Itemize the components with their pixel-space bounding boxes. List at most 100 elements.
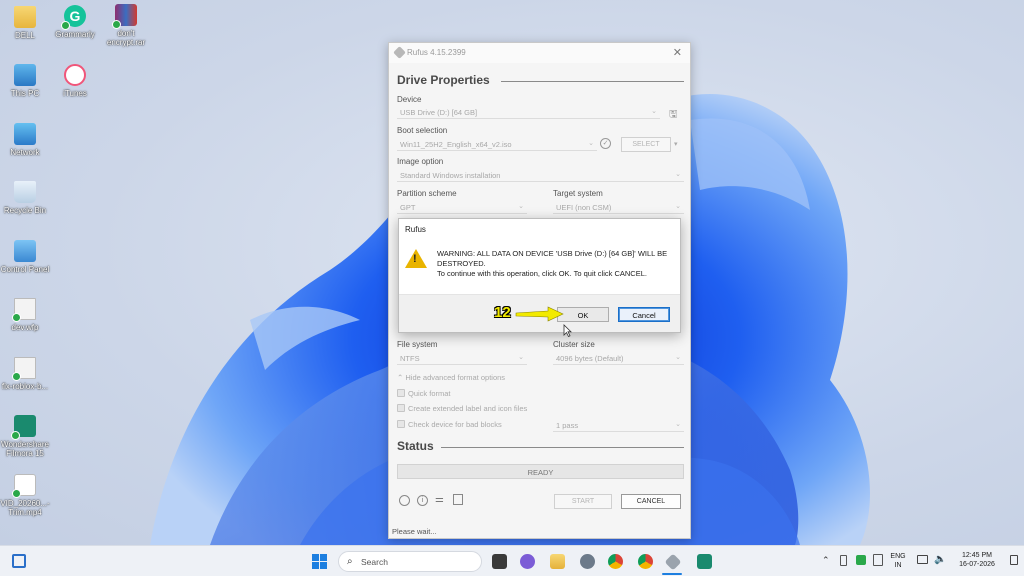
start-button[interactable]: START <box>554 494 612 509</box>
this-pc-icon <box>14 64 36 86</box>
filmora-taskbar-icon[interactable] <box>697 554 712 569</box>
extended-label-checkbox[interactable]: Create extended label and icon files <box>397 404 527 413</box>
cluster-size-label: Cluster size <box>553 340 595 349</box>
file-system-select[interactable]: NTFS ⌄ <box>397 351 527 365</box>
widgets-icon[interactable] <box>12 554 26 568</box>
check-icon[interactable]: ✓ <box>600 138 611 149</box>
bad-blocks-checkbox[interactable]: Check device for bad blocks <box>397 420 502 429</box>
network-icon <box>14 123 36 145</box>
passes-select[interactable]: 1 pass ⌄ <box>553 418 684 432</box>
arrow-annotation-icon <box>515 306 564 322</box>
boot-selection-select[interactable]: Win11_25H2_English_x64_v2.iso ⌄ <box>397 137 597 151</box>
status-heading: Status <box>397 439 434 453</box>
device-select[interactable]: USB Drive (D:) [64 GB] ⌄ <box>397 105 660 119</box>
boot-selection-label: Boot selection <box>397 126 448 135</box>
desktop-icon-control-panel[interactable]: Control Panel <box>0 240 53 274</box>
desktop-icon-filmora[interactable]: Wondershare Filmora 15 <box>0 415 53 458</box>
partition-scheme-label: Partition scheme <box>397 189 457 198</box>
network-status-icon[interactable] <box>917 555 928 564</box>
file-icon <box>12 357 36 381</box>
desktop-icon-dell[interactable]: DELL <box>0 6 53 40</box>
select-button[interactable]: SELECT <box>621 137 671 152</box>
info-icon[interactable]: i <box>417 495 428 506</box>
chevron-down-icon: ⌄ <box>651 108 657 115</box>
globe-icon[interactable] <box>399 495 410 506</box>
search-placeholder: Search <box>361 557 388 567</box>
file-icon <box>12 298 36 322</box>
chevron-down-icon: ⌄ <box>588 140 594 147</box>
status-bar-text: Please wait... <box>392 527 437 536</box>
image-option-select[interactable]: Standard Windows installation ⌄ <box>397 168 684 182</box>
chrome-icon[interactable] <box>608 554 623 569</box>
chrome-profile-icon[interactable] <box>638 554 653 569</box>
rufus-taskbar-icon[interactable] <box>664 553 682 571</box>
desktop-icon-rar[interactable]: don't encrypt.rar <box>98 4 154 47</box>
partition-scheme-select[interactable]: GPT ⌄ <box>397 200 527 214</box>
dialog-title: Rufus <box>405 225 426 234</box>
volume-icon[interactable]: 🔈 <box>934 554 946 565</box>
quick-format-checkbox[interactable]: Quick format <box>397 389 451 398</box>
target-system-label: Target system <box>553 189 603 198</box>
language-indicator[interactable]: ENG IN <box>886 552 910 570</box>
window-title: Rufus 4.15.2399 <box>407 48 466 57</box>
desktop-icon-dev-wfp[interactable]: dev.wfp <box>0 298 53 332</box>
desktop-icon-network[interactable]: Network <box>0 123 53 157</box>
dialog-cancel-button[interactable]: Cancel <box>618 307 670 322</box>
usb-icon[interactable] <box>840 555 847 566</box>
log-icon[interactable] <box>453 494 463 505</box>
itunes-icon <box>64 64 86 86</box>
desktop-icon-fix-roblox[interactable]: fix-roblox-b... <box>0 357 53 391</box>
search-icon: ⌕ <box>347 556 353 567</box>
folder-icon <box>14 6 36 28</box>
cancel-button[interactable]: CANCEL <box>621 494 681 509</box>
rufus-app-icon <box>393 46 406 59</box>
chevron-down-icon: ⌄ <box>675 421 681 428</box>
warning-exclamation: ! <box>413 253 417 265</box>
control-panel-icon <box>14 240 36 262</box>
battery-icon[interactable] <box>873 554 883 566</box>
device-label: Device <box>397 95 422 104</box>
dialog-message-line2: To continue with this operation, click O… <box>437 269 647 278</box>
cluster-size-select[interactable]: 4096 bytes (Default) ⌄ <box>553 351 684 365</box>
desktop-icon-recycle-bin[interactable]: Recycle Bin <box>0 181 53 215</box>
notification-icon[interactable] <box>1010 555 1018 565</box>
desktop-icon-grammarly[interactable]: Grammarly <box>47 5 103 39</box>
taskbar-search[interactable]: ⌕ Search <box>338 551 482 572</box>
file-system-label: File system <box>397 340 438 349</box>
divider <box>501 81 684 82</box>
chat-icon[interactable] <box>520 554 535 569</box>
chevron-down-icon: ⌄ <box>518 203 524 210</box>
close-icon[interactable]: ✕ <box>673 46 682 59</box>
chevron-down-icon: ⌄ <box>675 354 681 361</box>
chevron-down-icon: ⌄ <box>675 203 681 210</box>
windows-start-icon[interactable] <box>312 554 327 569</box>
hide-advanced-toggle[interactable]: ⌃ Hide advanced format options <box>397 373 505 382</box>
settings-gear-icon[interactable] <box>580 554 595 569</box>
divider <box>441 447 684 448</box>
step-number-annotation: 12 <box>494 304 511 321</box>
drive-properties-heading: Drive Properties <box>397 73 490 87</box>
chevron-down-icon: ⌄ <box>675 171 681 178</box>
dialog-message-line1: WARNING: ALL DATA ON DEVICE 'USB Drive (… <box>437 249 668 268</box>
file-explorer-icon[interactable] <box>550 554 565 569</box>
save-icon[interactable]: 🖫 <box>669 107 678 124</box>
mouse-cursor-icon <box>563 324 572 337</box>
desktop-icon-itunes[interactable]: iTunes <box>47 64 103 98</box>
clock[interactable]: 12:45 PM 16-07-2026 <box>948 551 1006 569</box>
settings-sliders-icon[interactable]: ⚌ <box>435 494 444 505</box>
chevron-up-icon[interactable]: ⌃ <box>822 555 830 566</box>
chevron-down-icon[interactable]: ▾ <box>674 140 678 148</box>
active-app-indicator <box>662 573 682 575</box>
target-system-select[interactable]: UEFI (non CSM) ⌄ <box>553 200 684 214</box>
grammarly-icon <box>61 5 86 30</box>
winrar-archive-icon <box>112 4 137 29</box>
rufus-titlebar[interactable]: Rufus 4.15.2399 ✕ <box>389 43 690 63</box>
task-view-icon[interactable] <box>492 554 507 569</box>
chevron-down-icon: ⌄ <box>518 354 524 361</box>
app-tray-icon[interactable] <box>856 555 866 565</box>
status-progress-bar: READY <box>397 464 684 479</box>
chevron-up-icon: ⌃ <box>397 373 404 382</box>
desktop-icon-video[interactable]: VID_20260...-Trim.mp4 <box>0 474 53 517</box>
desktop-icon-this-pc[interactable]: This PC <box>0 64 53 98</box>
recycle-bin-icon <box>14 181 36 203</box>
